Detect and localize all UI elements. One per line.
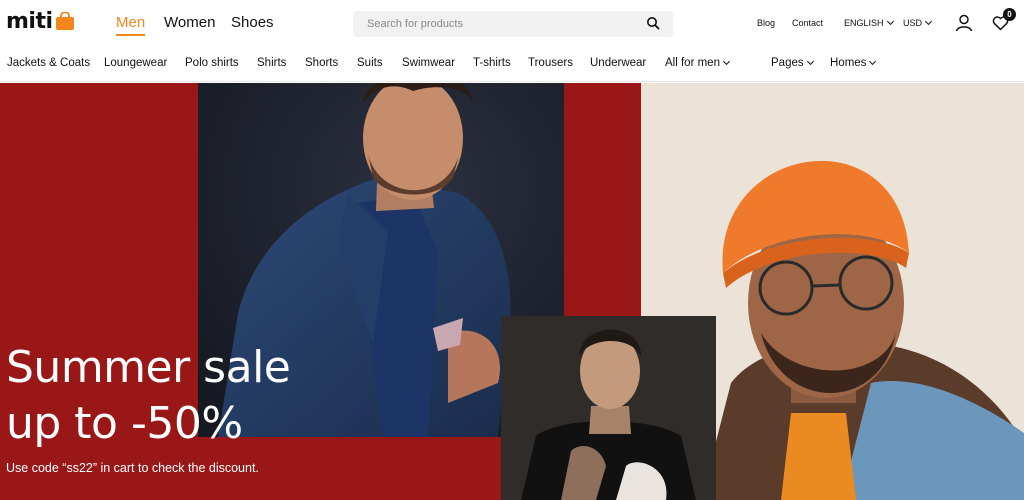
- top-bar: miti Men Women Shoes Blog Contact ENGLIS…: [0, 0, 1024, 46]
- blog-link[interactable]: Blog: [757, 18, 775, 28]
- user-account-icon[interactable]: [955, 14, 973, 32]
- brand-logo[interactable]: miti: [6, 9, 75, 34]
- pages-label: Pages: [771, 57, 804, 69]
- language-label: ENGLISH: [844, 18, 884, 28]
- tattoo-model-illustration: [501, 316, 716, 500]
- category-all-for-men[interactable]: All for men: [665, 57, 731, 69]
- hero-headline-line1: Summer sale: [6, 342, 291, 393]
- hero-headline: Summer sale up to -50%: [6, 340, 291, 452]
- search-input[interactable]: [353, 11, 633, 37]
- hero-banner[interactable]: Summer sale up to -50% Use code “ss22” i…: [0, 83, 1024, 500]
- menu-homes[interactable]: Homes: [830, 57, 877, 69]
- category-shirts[interactable]: Shirts: [257, 57, 286, 69]
- shopping-bag-icon: [55, 11, 74, 30]
- category-suits[interactable]: Suits: [357, 57, 383, 69]
- menu-pages[interactable]: Pages: [771, 57, 814, 69]
- category-jackets-coats[interactable]: Jackets & Coats: [7, 57, 90, 69]
- hero-headline-line2: up to -50%: [6, 398, 243, 449]
- chevron-down-icon: [886, 17, 894, 26]
- brand-name: miti: [6, 9, 53, 34]
- category-shorts[interactable]: Shorts: [305, 57, 338, 69]
- currency-label: USD: [903, 18, 923, 28]
- category-trousers[interactable]: Trousers: [528, 57, 573, 69]
- hero-photo-tattoo-model: [501, 316, 716, 500]
- chevron-down-icon: [924, 17, 933, 26]
- chevron-down-icon: [869, 57, 877, 66]
- language-selector[interactable]: ENGLISH: [844, 17, 894, 28]
- category-bar: Jackets & Coats Loungewear Polo shirts S…: [0, 46, 1024, 82]
- chevron-down-icon: [806, 57, 814, 66]
- category-loungewear[interactable]: Loungewear: [104, 57, 167, 69]
- nav-women[interactable]: Women: [164, 14, 215, 31]
- nav-men[interactable]: Men: [116, 14, 146, 36]
- contact-link[interactable]: Contact: [792, 18, 823, 28]
- currency-selector[interactable]: USD: [903, 17, 933, 28]
- category-t-shirts[interactable]: T-shirts: [473, 57, 511, 69]
- search-icon[interactable]: [646, 16, 660, 30]
- hero-subtitle: Use code “ss22” in cart to check the dis…: [6, 461, 259, 475]
- all-for-men-label: All for men: [665, 57, 720, 69]
- search-bar: [353, 11, 673, 37]
- category-underwear[interactable]: Underwear: [590, 57, 646, 69]
- category-swimwear[interactable]: Swimwear: [402, 57, 455, 69]
- nav-shoes[interactable]: Shoes: [231, 14, 274, 31]
- wishlist-count-badge: 0: [1003, 8, 1016, 21]
- chevron-down-icon: [722, 57, 731, 66]
- homes-label: Homes: [830, 57, 867, 69]
- category-polo-shirts[interactable]: Polo shirts: [185, 57, 239, 69]
